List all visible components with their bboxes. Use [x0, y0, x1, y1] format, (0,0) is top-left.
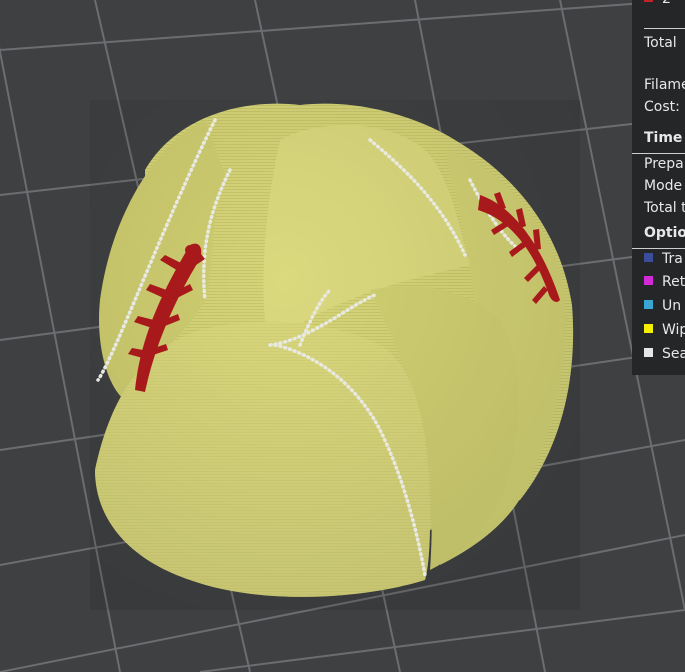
options-section-title: Optio [644, 225, 685, 241]
total-label: Total [644, 35, 677, 51]
option-wipe[interactable]: Wip [644, 322, 685, 338]
option-travel-label: Tra [662, 251, 683, 267]
option-unretract[interactable]: Un [644, 298, 681, 314]
retract-swatch [644, 276, 653, 285]
option-travel[interactable]: Tra [644, 251, 683, 267]
option-retract[interactable]: Ret [644, 274, 685, 290]
option-unretract-label: Un [662, 298, 682, 314]
time-row-total: Total t [644, 200, 685, 216]
extruder-label: 2 [662, 0, 671, 7]
baseball-model[interactable] [90, 100, 580, 610]
extruder-legend-row: 2 [644, 0, 671, 7]
3d-viewport[interactable] [0, 0, 685, 672]
unretract-swatch [644, 300, 653, 309]
travel-swatch [644, 253, 653, 262]
option-wipe-label: Wip [662, 322, 685, 338]
time-row-prepare: Prepa [644, 156, 684, 172]
divider [644, 28, 685, 29]
filament-label: Filame [644, 77, 685, 93]
time-section-header: Time [632, 127, 685, 154]
option-seams-label: Sea [662, 346, 685, 362]
cost-label: Cost: [644, 99, 680, 115]
options-section-header: Optio [632, 222, 685, 249]
extruder-color-swatch [644, 0, 653, 2]
time-row-model: Mode [644, 178, 683, 194]
seams-swatch [644, 348, 653, 357]
option-seams[interactable]: Sea [644, 346, 685, 362]
wipe-swatch [644, 324, 653, 333]
slice-info-panel: 2 Total Filame Cost: Time Prepa Mode Tot… [632, 0, 685, 375]
time-section-title: Time [644, 130, 683, 146]
option-retract-label: Ret [662, 274, 685, 290]
